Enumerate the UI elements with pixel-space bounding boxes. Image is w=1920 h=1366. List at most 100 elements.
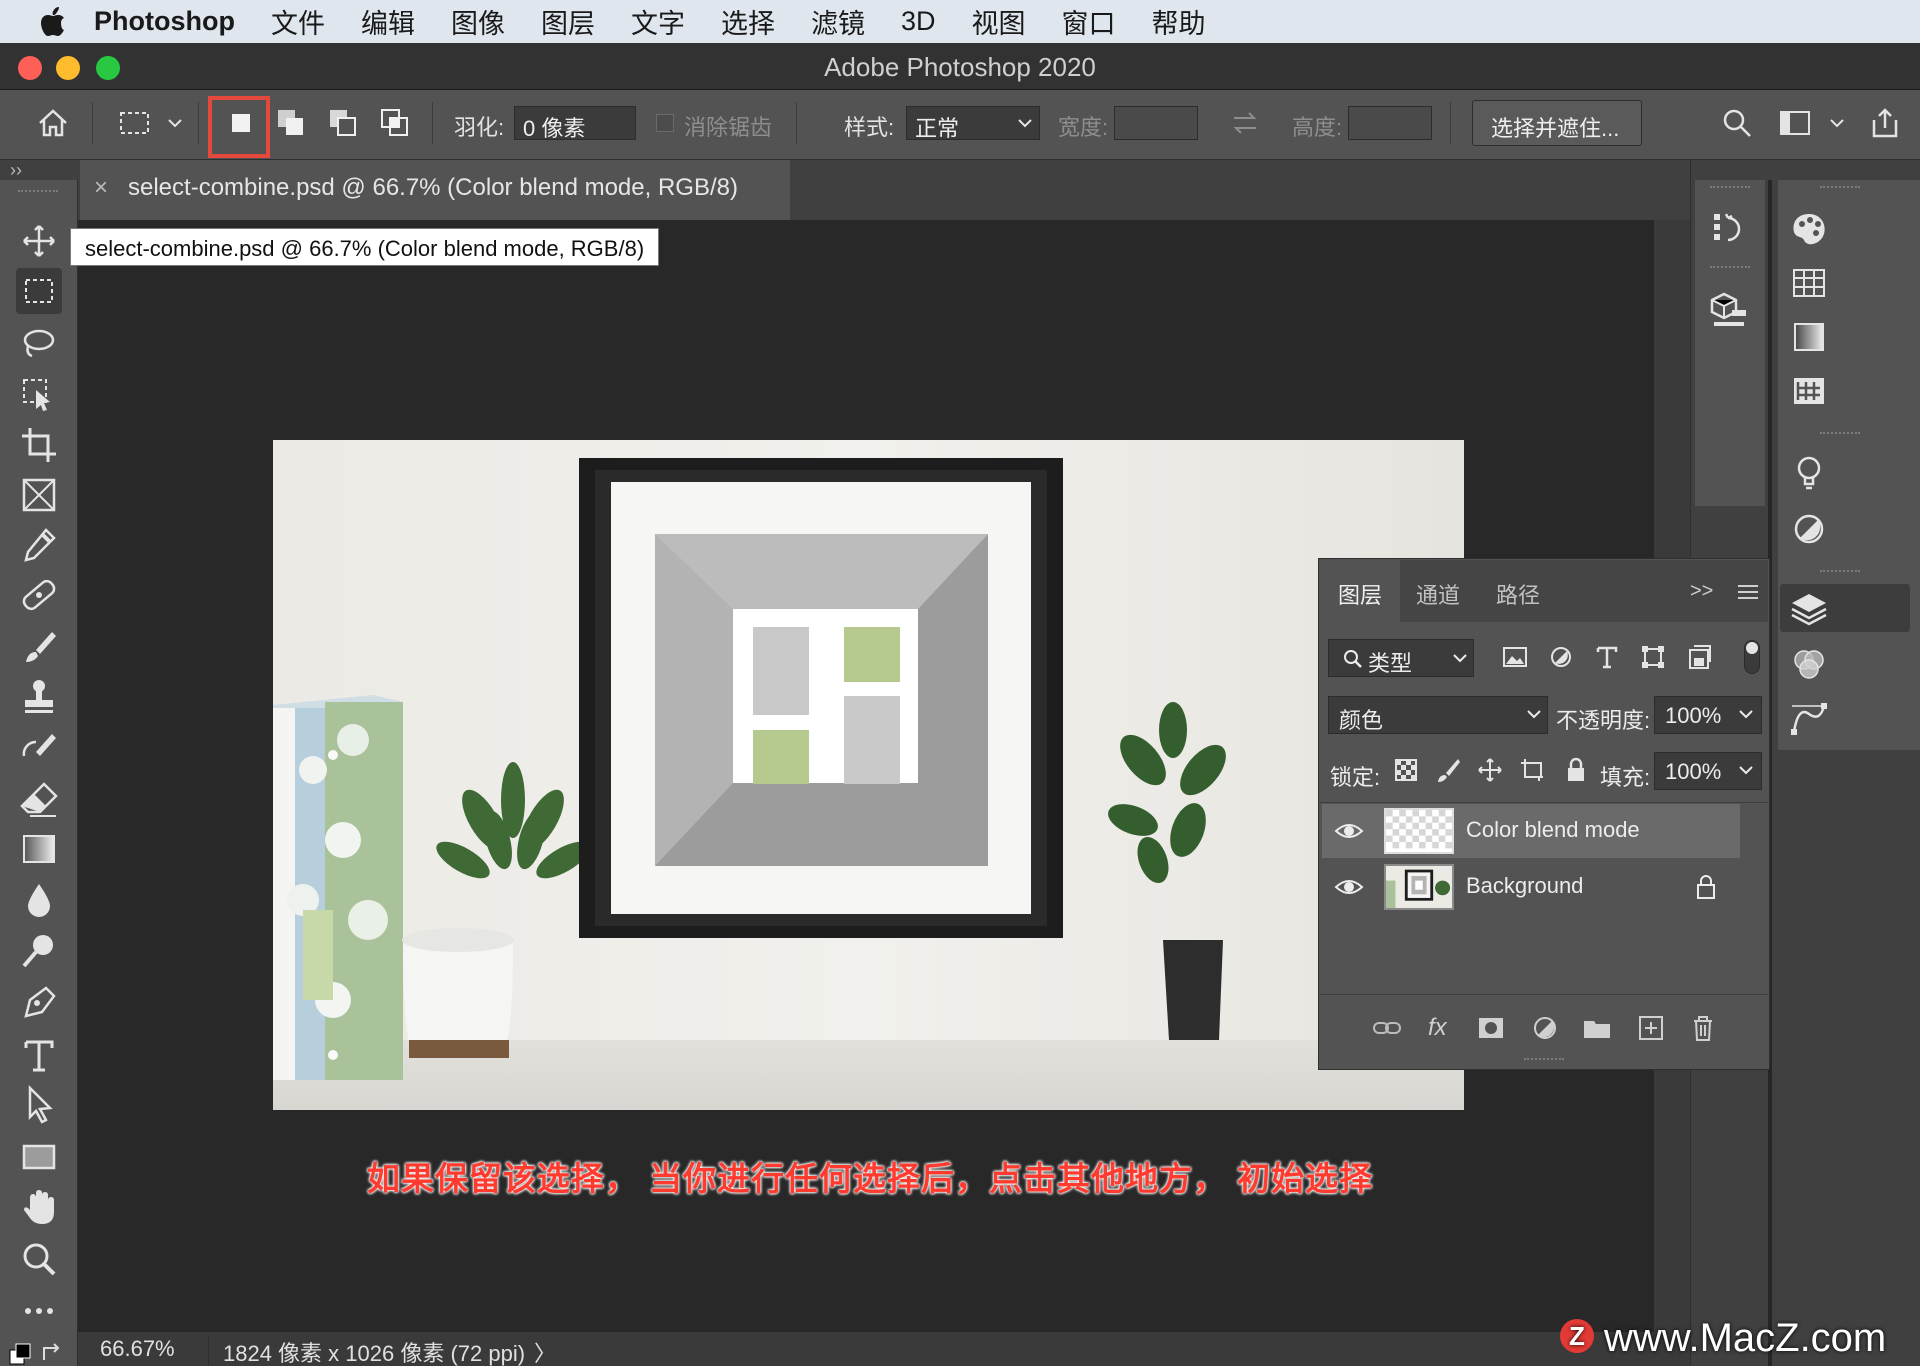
tab-channels[interactable]: 通道: [1416, 578, 1460, 610]
layer-name[interactable]: Background: [1466, 873, 1583, 899]
layer-row[interactable]: Background: [1322, 860, 1740, 914]
chevron-down-icon[interactable]: [1452, 652, 1468, 666]
color-swatches-icon[interactable]: [8, 1340, 64, 1366]
delete-layer-trash-icon[interactable]: [1686, 1011, 1720, 1045]
type-tool[interactable]: [16, 1032, 62, 1078]
clone-stamp-tool[interactable]: [16, 674, 62, 720]
home-icon[interactable]: [36, 106, 70, 140]
menu-select[interactable]: 选择: [721, 2, 775, 41]
menu-layer[interactable]: 图层: [541, 2, 595, 41]
layers-icon[interactable]: [1786, 586, 1832, 632]
new-group-folder-icon[interactable]: [1580, 1011, 1614, 1045]
pen-tool[interactable]: [16, 980, 62, 1026]
filter-toggle[interactable]: [1744, 640, 1760, 674]
lock-position-icon[interactable]: [1476, 756, 1504, 784]
menu-type[interactable]: 文字: [631, 2, 685, 41]
layer-row[interactable]: Color blend mode: [1322, 804, 1740, 858]
chevron-down-icon[interactable]: [1738, 708, 1754, 722]
menu-view[interactable]: 视图: [972, 2, 1026, 41]
gradients-icon[interactable]: [1786, 314, 1832, 360]
panel-menu-icon[interactable]: [1736, 582, 1760, 602]
history-brush-tool[interactable]: [16, 726, 62, 772]
gradient-tool[interactable]: [16, 826, 62, 872]
layer-name[interactable]: Color blend mode: [1466, 817, 1640, 843]
filter-type-icon[interactable]: [1592, 642, 1622, 672]
frame-tool[interactable]: [16, 472, 62, 518]
dodge-tool[interactable]: [16, 928, 62, 974]
new-selection-icon[interactable]: [224, 106, 258, 140]
rect-marquee-tool[interactable]: [16, 268, 62, 314]
menu-image[interactable]: 图像: [451, 2, 505, 41]
blend-mode-select[interactable]: 颜色: [1328, 696, 1548, 734]
zoom-tool[interactable]: [16, 1236, 62, 1282]
menu-window[interactable]: 窗口: [1062, 2, 1116, 41]
select-and-mask-button[interactable]: 选择并遮住...: [1472, 100, 1642, 146]
lightbulb-icon[interactable]: [1786, 450, 1832, 496]
eraser-tool[interactable]: [16, 776, 62, 822]
move-tool[interactable]: [16, 218, 62, 264]
menu-file[interactable]: 文件: [271, 2, 325, 41]
lock-artboard-icon[interactable]: [1518, 756, 1546, 784]
filter-smart-object-icon[interactable]: [1684, 642, 1714, 672]
healing-brush-tool[interactable]: [16, 572, 62, 618]
crop-tool[interactable]: [16, 422, 62, 468]
object-selection-tool[interactable]: [16, 372, 62, 418]
eyedropper-tool[interactable]: [16, 522, 62, 568]
expand-toolbar-icon[interactable]: ››: [10, 160, 22, 181]
status-chevron-icon[interactable]: 〉: [534, 1336, 556, 1366]
apple-icon[interactable]: [40, 6, 66, 37]
filter-shape-icon[interactable]: [1638, 642, 1668, 672]
lock-pixels-brush-icon[interactable]: [1434, 756, 1462, 784]
patterns-icon[interactable]: [1786, 368, 1832, 414]
share-icon[interactable]: [1868, 106, 1902, 140]
new-layer-icon[interactable]: [1634, 1011, 1668, 1045]
lock-all-icon[interactable]: [1562, 756, 1590, 784]
intersect-selection-icon[interactable]: [378, 106, 412, 140]
chevron-down-icon[interactable]: [1828, 116, 1846, 130]
filter-pixel-icon[interactable]: [1500, 642, 1530, 672]
menu-app-name[interactable]: Photoshop: [94, 6, 235, 37]
blur-tool[interactable]: [16, 878, 62, 924]
antialias-checkbox[interactable]: [656, 114, 674, 132]
visibility-eye-icon[interactable]: [1334, 872, 1364, 902]
more-tools[interactable]: [16, 1288, 62, 1334]
workspace-icon[interactable]: [1778, 106, 1812, 140]
document-image[interactable]: [273, 440, 1464, 1110]
subtract-from-selection-icon[interactable]: [326, 106, 360, 140]
tab-paths[interactable]: 路径: [1496, 578, 1540, 610]
chevron-down-icon[interactable]: [166, 116, 184, 130]
add-layer-style-button[interactable]: fx: [1428, 1014, 1447, 1042]
width-input[interactable]: [1114, 106, 1198, 140]
menu-edit[interactable]: 编辑: [361, 2, 415, 41]
history-panel-icon[interactable]: [1706, 206, 1752, 252]
panel-expand-icon[interactable]: >>: [1690, 580, 1713, 603]
add-to-selection-icon[interactable]: [274, 106, 308, 140]
chevron-down-icon[interactable]: [1526, 708, 1542, 722]
chevron-down-icon[interactable]: [1738, 764, 1754, 778]
channels-icon[interactable]: [1786, 642, 1832, 688]
search-icon[interactable]: [1720, 106, 1754, 140]
filter-adjustment-icon[interactable]: [1546, 642, 1576, 672]
color-palette-icon[interactable]: [1786, 206, 1832, 252]
swatches-icon[interactable]: [1786, 260, 1832, 306]
menu-filter[interactable]: 滤镜: [811, 2, 865, 41]
path-selection-tool[interactable]: [16, 1082, 62, 1128]
height-input[interactable]: [1348, 106, 1432, 140]
3d-panel-icon[interactable]: [1706, 286, 1752, 332]
link-layers-icon[interactable]: [1370, 1011, 1404, 1045]
menu-3d[interactable]: 3D: [901, 6, 936, 37]
new-adjustment-layer-icon[interactable]: [1528, 1011, 1562, 1045]
document-tab[interactable]: × select-combine.psd @ 66.7% (Color blen…: [80, 160, 790, 220]
menu-help[interactable]: 帮助: [1152, 2, 1206, 41]
swap-icon[interactable]: [1228, 106, 1262, 140]
rect-marquee-preset-icon[interactable]: [118, 106, 152, 140]
zoom-level[interactable]: 66.67%: [100, 1336, 175, 1362]
feather-input[interactable]: 0 像素: [514, 106, 636, 141]
paths-icon[interactable]: [1786, 696, 1832, 742]
close-tab-icon[interactable]: ×: [94, 174, 108, 202]
tab-layers[interactable]: 图层: [1338, 578, 1382, 610]
adjustments-icon[interactable]: [1786, 506, 1832, 552]
add-mask-icon[interactable]: [1474, 1011, 1508, 1045]
chevron-down-icon[interactable]: [1016, 116, 1034, 130]
brush-tool[interactable]: [16, 624, 62, 670]
